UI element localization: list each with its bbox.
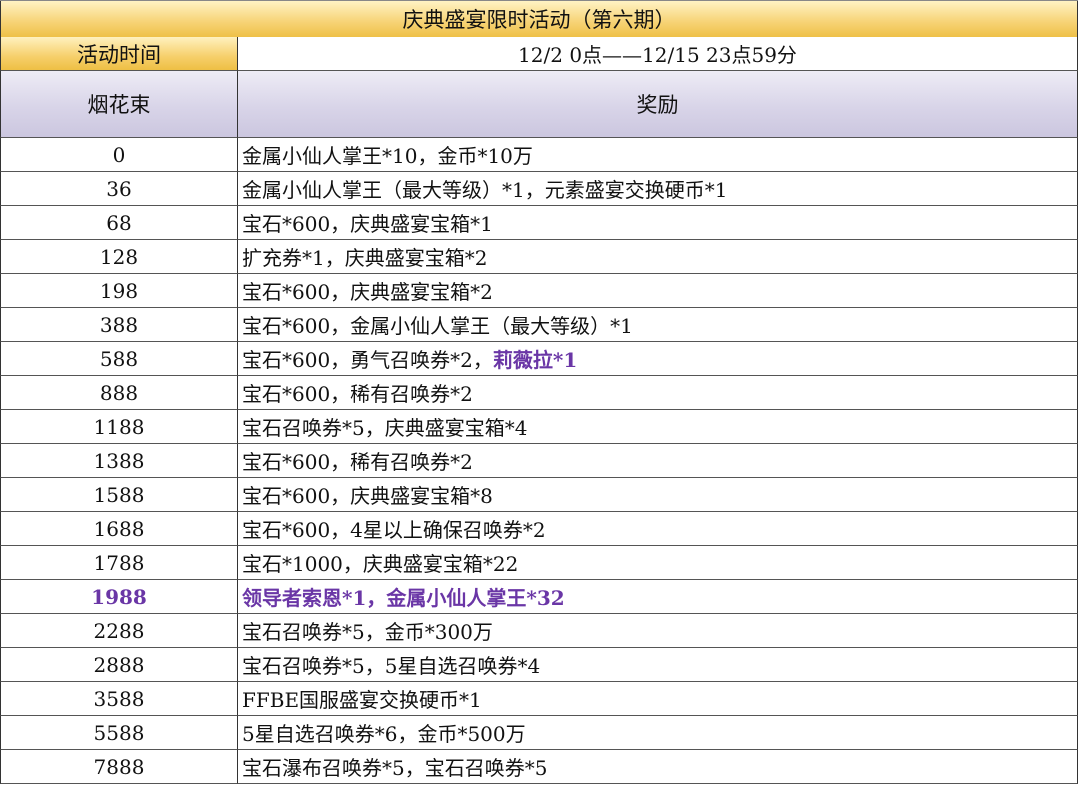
table-row: 68 宝石*600，庆典盛宴宝箱*1: [0, 206, 1078, 240]
fireworks-count: 128: [0, 240, 238, 274]
reward-text: 宝石召唤券*5，5星自选召唤券*4: [242, 654, 541, 678]
fireworks-count: 1788: [0, 546, 238, 580]
reward-cell: 5星自选召唤券*6，金币*500万: [238, 716, 1078, 750]
reward-text: 宝石*600，稀有召唤券*2: [242, 450, 473, 474]
fireworks-count: 888: [0, 376, 238, 410]
reward-cell: 金属小仙人掌王*10，金币*10万: [238, 138, 1078, 172]
reward-text: 宝石瀑布召唤券*5，宝石召唤券*5: [242, 756, 548, 780]
table-row: 1688 宝石*600，4星以上确保召唤券*2: [0, 512, 1078, 546]
reward-text: 宝石召唤券*5，金币*300万: [242, 620, 493, 644]
event-time-label: 活动时间: [0, 37, 238, 71]
event-time-row: 活动时间 12/2 0点——12/15 23点59分: [0, 37, 1078, 71]
table-row: 1188 宝石召唤券*5，庆典盛宴宝箱*4: [0, 410, 1078, 444]
reward-text: 宝石*600，庆典盛宴宝箱*2: [242, 280, 493, 304]
table-row: 5588 5星自选召唤券*6，金币*500万: [0, 716, 1078, 750]
reward-cell: 宝石*600，4星以上确保召唤券*2: [238, 512, 1078, 546]
table-title: 庆典盛宴限时活动（第六期）: [0, 1, 1078, 38]
fireworks-count: 1188: [0, 410, 238, 444]
fireworks-count: 0: [0, 138, 238, 172]
title-row: 庆典盛宴限时活动（第六期）: [0, 0, 1078, 38]
reward-text: 5星自选召唤券*6，金币*500万: [242, 722, 526, 746]
fireworks-count: 3588: [0, 682, 238, 716]
fireworks-count: 588: [0, 342, 238, 376]
fireworks-count: 1588: [0, 478, 238, 512]
reward-cell: 宝石*600，勇气召唤券*2， 莉薇拉*1: [238, 342, 1078, 376]
header-reward: 奖励: [238, 71, 1078, 138]
reward-cell: 宝石*600，庆典盛宴宝箱*1: [238, 206, 1078, 240]
reward-cell: FFBE国服盛宴交换硬币*1: [238, 682, 1078, 716]
table-row: 198 宝石*600，庆典盛宴宝箱*2: [0, 274, 1078, 308]
table-row: 0 金属小仙人掌王*10，金币*10万: [0, 138, 1078, 172]
reward-text: 宝石*600，金属小仙人掌王（最大等级）*1: [242, 314, 633, 338]
reward-text: 领导者索恩*1，金属小仙人掌王*32: [242, 586, 565, 610]
fireworks-count: 5588: [0, 716, 238, 750]
reward-text: 宝石*600，4星以上确保召唤券*2: [242, 518, 546, 542]
table-row: 3588 FFBE国服盛宴交换硬币*1: [0, 682, 1078, 716]
reward-text: 扩充券*1，庆典盛宴宝箱*2: [242, 246, 488, 270]
table-row: 1388 宝石*600，稀有召唤券*2: [0, 444, 1078, 478]
fireworks-count: 388: [0, 308, 238, 342]
reward-text: 宝石*600，稀有召唤券*2: [242, 382, 473, 406]
reward-text: 宝石召唤券*5，庆典盛宴宝箱*4: [242, 416, 528, 440]
reward-highlight: 莉薇拉*1: [492, 348, 578, 372]
table-row: 888 宝石*600，稀有召唤券*2: [0, 376, 1078, 410]
table-row: 128 扩充券*1，庆典盛宴宝箱*2: [0, 240, 1078, 274]
reward-text: 金属小仙人掌王（最大等级）*1，元素盛宴交换硬币*1: [242, 178, 728, 202]
table-row: 1588 宝石*600，庆典盛宴宝箱*8: [0, 478, 1078, 512]
table-row: 2288 宝石召唤券*5，金币*300万: [0, 614, 1078, 648]
header-row: 烟花束 奖励: [0, 71, 1078, 138]
reward-text: 宝石*600，勇气召唤券*2，: [242, 348, 493, 372]
reward-text: 金属小仙人掌王*10，金币*10万: [242, 144, 533, 168]
reward-cell: 宝石*600，稀有召唤券*2: [238, 376, 1078, 410]
reward-cell: 宝石*1000，庆典盛宴宝箱*22: [238, 546, 1078, 580]
reward-cell: 宝石*600，金属小仙人掌王（最大等级）*1: [238, 308, 1078, 342]
table-row: 1988 领导者索恩*1，金属小仙人掌王*32: [0, 580, 1078, 614]
fireworks-count: 1388: [0, 444, 238, 478]
table-row: 2888 宝石召唤券*5，5星自选召唤券*4: [0, 648, 1078, 682]
fireworks-count: 198: [0, 274, 238, 308]
reward-cell: 宝石*600，庆典盛宴宝箱*8: [238, 478, 1078, 512]
fireworks-count: 36: [0, 172, 238, 206]
reward-cell: 金属小仙人掌王（最大等级）*1，元素盛宴交换硬币*1: [238, 172, 1078, 206]
event-time-value: 12/2 0点——12/15 23点59分: [238, 37, 1078, 71]
reward-cell: 宝石召唤券*5，金币*300万: [238, 614, 1078, 648]
reward-cell: 领导者索恩*1，金属小仙人掌王*32: [238, 580, 1078, 614]
reward-table: 庆典盛宴限时活动（第六期） 活动时间 12/2 0点——12/15 23点59分…: [0, 0, 1079, 789]
reward-cell: 扩充券*1，庆典盛宴宝箱*2: [238, 240, 1078, 274]
reward-cell: 宝石瀑布召唤券*5，宝石召唤券*5: [238, 750, 1078, 784]
table-row: 388 宝石*600，金属小仙人掌王（最大等级）*1: [0, 308, 1078, 342]
fireworks-count: 1988: [0, 580, 238, 614]
fireworks-count: 1688: [0, 512, 238, 546]
reward-text: 宝石*1000，庆典盛宴宝箱*22: [242, 552, 519, 576]
reward-cell: 宝石*600，庆典盛宴宝箱*2: [238, 274, 1078, 308]
fireworks-count: 2288: [0, 614, 238, 648]
fireworks-count: 2888: [0, 648, 238, 682]
reward-cell: 宝石召唤券*5，5星自选召唤券*4: [238, 648, 1078, 682]
reward-text: 宝石*600，庆典盛宴宝箱*8: [242, 484, 493, 508]
table-row: 1788 宝石*1000，庆典盛宴宝箱*22: [0, 546, 1078, 580]
fireworks-count: 7888: [0, 750, 238, 784]
table-row: 588 宝石*600，勇气召唤券*2， 莉薇拉*1: [0, 342, 1078, 376]
reward-text: 宝石*600，庆典盛宴宝箱*1: [242, 212, 493, 236]
table-row: 7888 宝石瀑布召唤券*5，宝石召唤券*5: [0, 750, 1078, 784]
reward-cell: 宝石召唤券*5，庆典盛宴宝箱*4: [238, 410, 1078, 444]
fireworks-count: 68: [0, 206, 238, 240]
table-row: 36 金属小仙人掌王（最大等级）*1，元素盛宴交换硬币*1: [0, 172, 1078, 206]
reward-text: FFBE国服盛宴交换硬币*1: [242, 688, 482, 712]
header-fireworks: 烟花束: [0, 71, 238, 138]
reward-cell: 宝石*600，稀有召唤券*2: [238, 444, 1078, 478]
